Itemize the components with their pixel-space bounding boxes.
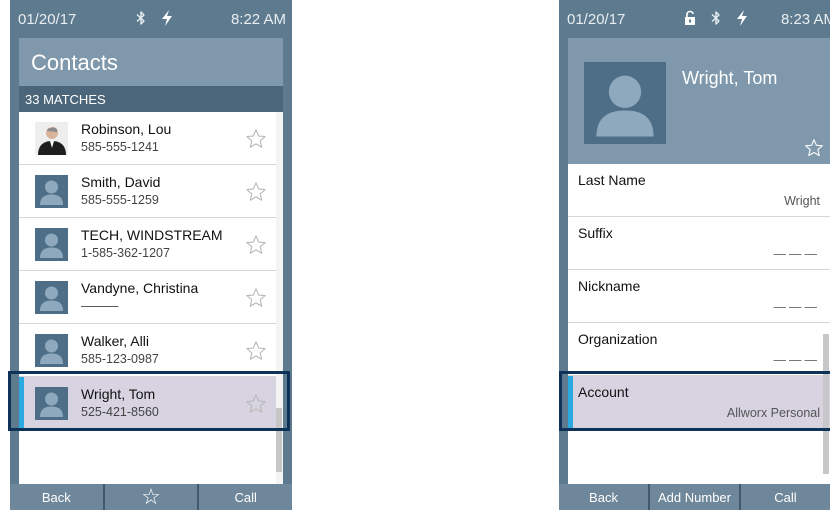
favorite-star-icon[interactable]: [245, 340, 267, 362]
status-bar: 01/20/17 8:23 AM: [559, 0, 830, 38]
contact-name: Robinson, Lou: [81, 121, 172, 137]
status-date: 01/20/17: [18, 11, 77, 28]
softkey-bar: Back ☆ Call: [10, 484, 292, 510]
star-icon: ☆: [141, 484, 161, 509]
field-label: Last Name: [578, 172, 646, 188]
contact-phone: 585-555-1241: [81, 140, 159, 154]
person-icon: [35, 334, 68, 367]
lightning-icon: [735, 10, 749, 26]
contact-phone: ———: [81, 299, 119, 313]
field-label: Organization: [578, 331, 658, 347]
highlight-outline: [559, 371, 830, 431]
favorite-star-icon[interactable]: [804, 138, 824, 158]
matches-count: 33 MATCHES: [19, 86, 283, 112]
contact-phone: 585-123-0987: [81, 352, 159, 366]
status-time: 8:23 AM: [780, 11, 830, 28]
contact-phone: 1-585-362-1207: [81, 246, 170, 260]
favorite-star-icon[interactable]: [245, 181, 267, 203]
contacts-header: Contacts: [19, 38, 283, 86]
highlight-outline: [8, 371, 290, 431]
field-value: ———: [773, 353, 820, 367]
back-button[interactable]: Back: [10, 484, 103, 510]
field-value: Wright: [784, 194, 820, 208]
contact-row[interactable]: TECH, WINDSTREAM 1-585-362-1207: [19, 218, 283, 271]
field-label: Suffix: [578, 225, 613, 241]
contact-row[interactable]: Walker, Alli 585-123-0987: [19, 324, 283, 377]
contact-name: Wright, Tom: [682, 68, 778, 88]
add-number-button[interactable]: Add Number: [650, 484, 739, 510]
field-nickname[interactable]: Nickname ———: [568, 270, 830, 323]
contact-photo: [35, 122, 68, 155]
contact-row[interactable]: Robinson, Lou 585-555-1241: [19, 112, 283, 165]
contact-name: TECH, WINDSTREAM: [81, 227, 223, 243]
contact-name: Vandyne, Christina: [81, 280, 199, 296]
favorite-star-icon[interactable]: [245, 287, 267, 309]
contact-name: Walker, Alli: [81, 333, 149, 349]
call-button[interactable]: Call: [741, 484, 830, 510]
softkey-bar: Back Add Number Call: [559, 484, 830, 510]
favorite-star-icon[interactable]: [245, 128, 267, 150]
back-button[interactable]: Back: [559, 484, 648, 510]
person-icon: [35, 281, 68, 314]
lightning-icon: [160, 10, 174, 26]
favorite-star-icon[interactable]: [245, 234, 267, 256]
person-icon: [35, 175, 68, 208]
status-date: 01/20/17: [567, 11, 626, 28]
field-value: ———: [773, 300, 820, 314]
page-title: Contacts: [31, 50, 118, 75]
field-organization[interactable]: Organization ———: [568, 323, 830, 376]
contact-phone: 585-555-1259: [81, 193, 159, 207]
field-suffix[interactable]: Suffix ———: [568, 217, 830, 270]
field-last-name[interactable]: Last Name Wright: [568, 164, 830, 217]
field-value: ———: [773, 247, 820, 261]
favorite-button[interactable]: ☆: [104, 484, 198, 510]
contact-detail-header: Wright, Tom: [568, 38, 830, 164]
status-time: 8:22 AM: [230, 11, 286, 28]
call-button[interactable]: Call: [199, 484, 292, 510]
field-label: Nickname: [578, 278, 641, 294]
person-icon: [584, 62, 666, 144]
contact-row[interactable]: Smith, David 585-555-1259: [19, 165, 283, 218]
contact-detail-phone-screen: 01/20/17 8:23 AM Wright, Tom Last Name W…: [559, 0, 830, 510]
bluetooth-icon: [709, 10, 723, 26]
bluetooth-icon: [134, 10, 148, 26]
person-icon: [35, 228, 68, 261]
contact-name: Smith, David: [81, 174, 161, 190]
contact-row[interactable]: Vandyne, Christina ———: [19, 271, 283, 324]
lock-icon: [683, 10, 697, 26]
status-bar: 01/20/17 8:22 AM: [10, 0, 292, 38]
contacts-phone-screen: 01/20/17 8:22 AM Contacts 33 MATCHES Rob…: [10, 0, 292, 510]
scrollbar[interactable]: [823, 164, 830, 484]
